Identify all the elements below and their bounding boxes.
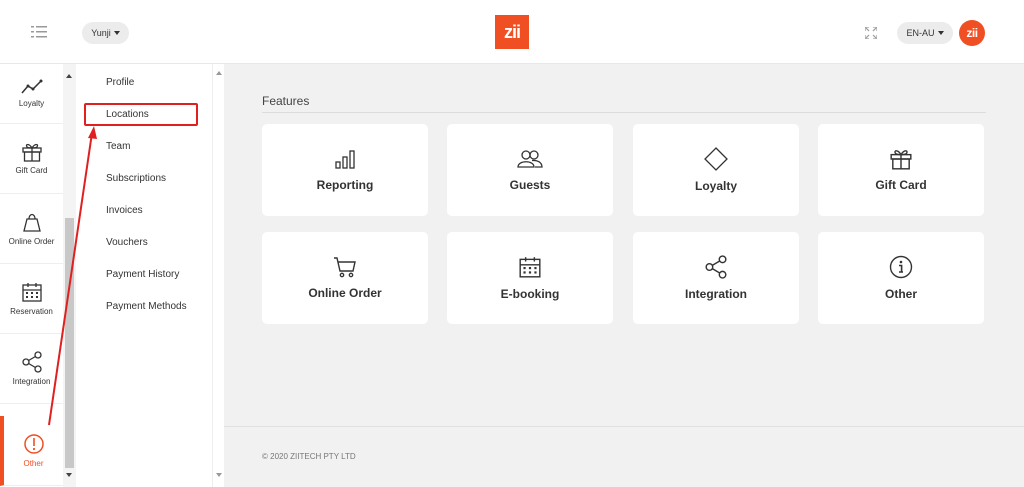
feature-card-online-order[interactable]: Online Order: [262, 232, 428, 324]
sidebar-item-label: Gift Card: [15, 166, 48, 175]
icon-sidebar: Loyalty Gift Card Online Order Reservati…: [0, 64, 63, 487]
feature-card-label: Integration: [685, 287, 747, 301]
feature-card-other[interactable]: Other: [818, 232, 984, 324]
sidebar-item-label: Online Order: [8, 237, 55, 246]
submenu-item-payment-history[interactable]: Payment History: [106, 269, 179, 280]
feature-card-e-booking[interactable]: E-booking: [447, 232, 613, 324]
feature-card-loyalty[interactable]: Loyalty: [633, 124, 799, 216]
chart-line-icon: [20, 79, 42, 94]
submenu-item-subscriptions[interactable]: Subscriptions: [106, 173, 166, 184]
submenu-scrollbar[interactable]: [212, 64, 224, 487]
feature-card-label: Reporting: [316, 178, 374, 192]
logo: zii: [495, 15, 529, 49]
sidebar-item-loyalty[interactable]: Loyalty: [0, 64, 63, 124]
feature-card-guests[interactable]: Guests: [447, 124, 613, 216]
feature-card-reporting[interactable]: Reporting: [262, 124, 428, 216]
sidebar-item-reservation[interactable]: Reservation: [0, 264, 63, 334]
gift-icon: [21, 143, 42, 162]
user-dropdown[interactable]: Yunji: [82, 22, 129, 44]
alert-circle-icon: [23, 434, 44, 454]
divider: [224, 426, 1024, 427]
scroll-up-icon[interactable]: [66, 74, 72, 78]
sidebar-item-label: Other: [23, 459, 44, 468]
submenu-item-payment-methods[interactable]: Payment Methods: [106, 301, 187, 312]
sidebar-item-label: Integration: [12, 377, 51, 386]
cart-icon: [334, 257, 356, 278]
scrollbar-thumb[interactable]: [65, 218, 74, 468]
scroll-down-icon[interactable]: [216, 473, 222, 477]
language-label: EN-AU: [906, 28, 935, 38]
feature-card-gift-card[interactable]: Gift Card: [818, 124, 984, 216]
feature-card-label: Online Order: [308, 286, 382, 300]
chevron-down-icon: [937, 31, 944, 35]
users-icon: [517, 150, 543, 168]
footer-copyright: © 2020 ZIITECH PTY LTD: [262, 452, 356, 461]
calendar-icon: [21, 283, 42, 302]
section-title: Features: [262, 94, 310, 108]
language-dropdown[interactable]: EN-AU: [897, 22, 953, 44]
sidebar-item-label: Loyalty: [18, 99, 45, 108]
shopping-bag-icon: [22, 213, 41, 232]
gift-icon: [890, 150, 912, 170]
sidebar-item-online-order[interactable]: Online Order: [0, 194, 63, 264]
submenu-item-invoices[interactable]: Invoices: [106, 205, 143, 216]
submenu-item-vouchers[interactable]: Vouchers: [106, 237, 148, 248]
feature-card-integration[interactable]: Integration: [633, 232, 799, 324]
sidebar-item-other[interactable]: Other: [0, 416, 63, 486]
annotation-highlight-box: [84, 103, 198, 126]
divider: [262, 112, 986, 113]
submenu-item-profile[interactable]: Profile: [106, 77, 134, 88]
feature-card-label: Other: [884, 287, 917, 301]
fullscreen-icon[interactable]: [865, 27, 877, 39]
diamond-icon: [704, 147, 728, 171]
avatar[interactable]: zii: [959, 20, 985, 46]
bar-chart-icon: [335, 150, 355, 169]
sidebar-item-label: Reservation: [10, 307, 53, 316]
settings-submenu: Profile Locations Team Subscriptions Inv…: [76, 64, 212, 487]
feature-card-label: Gift Card: [875, 178, 927, 192]
sidebar-item-gift-card[interactable]: Gift Card: [0, 124, 63, 194]
scroll-down-icon[interactable]: [66, 473, 72, 477]
sidebar-item-integration[interactable]: Integration: [0, 334, 63, 404]
user-label: Yunji: [91, 28, 111, 38]
feature-card-label: Loyalty: [694, 179, 737, 193]
info-icon: [889, 255, 913, 279]
submenu-item-team[interactable]: Team: [106, 141, 130, 152]
share-icon: [21, 351, 42, 373]
menu-toggle-icon[interactable]: [31, 26, 47, 38]
main-content: Features Reporting Guests Loyalty Gift C…: [224, 64, 1024, 487]
top-bar: Yunji zii EN-AU zii: [0, 0, 1024, 64]
sidebar-scrollbar[interactable]: [63, 64, 76, 487]
share-icon: [705, 255, 727, 279]
feature-card-label: Guests: [509, 178, 551, 192]
chevron-down-icon: [113, 31, 120, 35]
feature-card-label: E-booking: [500, 287, 560, 301]
scroll-up-icon[interactable]: [216, 71, 222, 75]
calendar-icon: [519, 257, 541, 278]
